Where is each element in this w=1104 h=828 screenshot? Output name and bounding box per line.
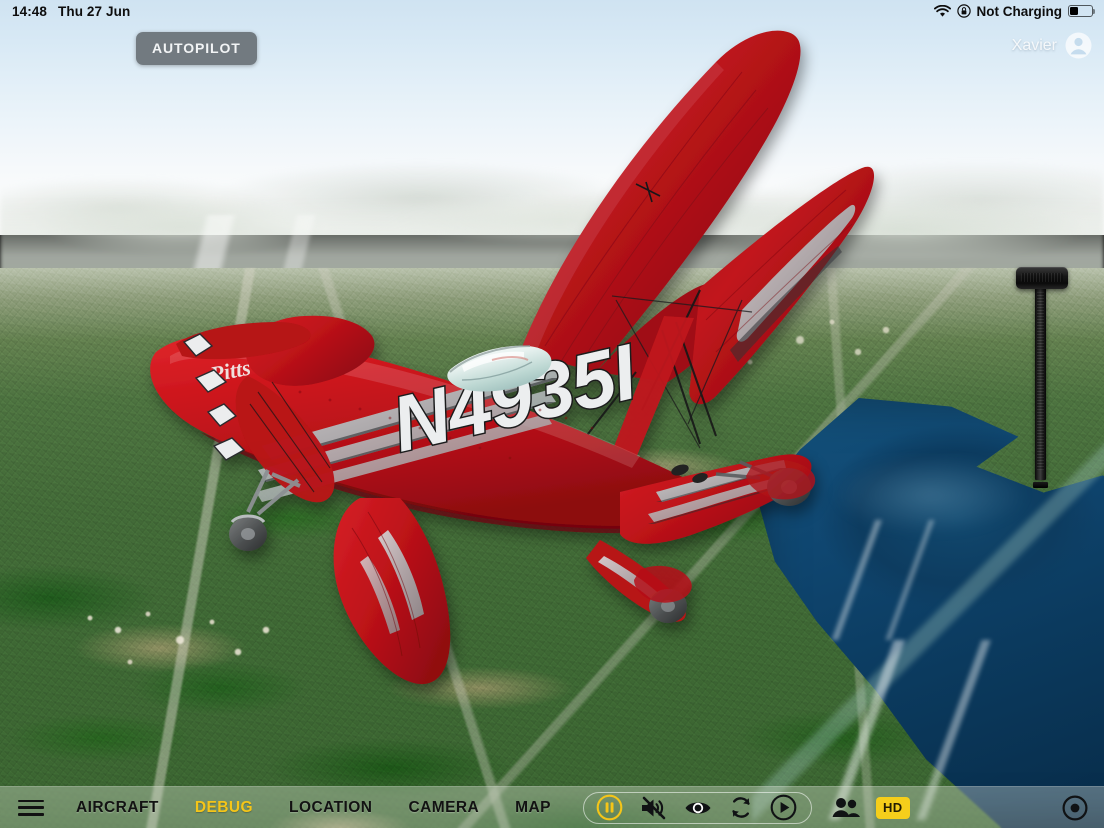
replay-button[interactable] — [729, 795, 753, 820]
target-recenter-icon[interactable] — [1062, 795, 1088, 821]
user-name-label: Xavier — [1011, 36, 1057, 54]
visibility-button[interactable] — [684, 798, 712, 818]
user-avatar-icon — [1065, 32, 1092, 59]
menu-item-camera[interactable]: CAMERA — [390, 799, 497, 817]
flight-simulator-app: N4935I Pitts 14:48 Thu 27 Jun Not Chargi… — [0, 0, 1104, 828]
menu-item-map[interactable]: MAP — [497, 799, 569, 817]
toolbar-menu: AIRCRAFT DEBUG LOCATION CAMERA MAP — [58, 799, 569, 817]
status-bar-left: 14:48 Thu 27 Jun — [12, 4, 130, 19]
user-account-badge[interactable]: Xavier — [1012, 32, 1092, 59]
hamburger-menu-icon[interactable] — [18, 799, 44, 816]
play-button[interactable] — [770, 794, 797, 821]
lower-snow-patch-secondary — [830, 520, 1010, 640]
status-bar-right: Not Charging — [933, 3, 1096, 19]
menu-item-location[interactable]: LOCATION — [271, 799, 390, 817]
throttle-base — [1033, 482, 1048, 488]
menu-item-aircraft[interactable]: AIRCRAFT — [58, 799, 177, 817]
autopilot-button[interactable]: AUTOPILOT — [136, 32, 257, 65]
hd-quality-button[interactable]: HD — [875, 796, 910, 819]
battery-icon — [1068, 5, 1096, 17]
multiplayer-button[interactable] — [831, 797, 861, 818]
throttle-handle[interactable] — [1016, 267, 1068, 289]
pause-button[interactable] — [596, 794, 623, 821]
throttle-shaft — [1035, 284, 1046, 480]
menu-item-debug[interactable]: DEBUG — [177, 799, 271, 817]
throttle-lever[interactable] — [1016, 264, 1068, 488]
village-buildings-secondary — [690, 300, 950, 410]
toolbar-extras: HD — [831, 796, 910, 819]
status-time: 14:48 — [12, 3, 48, 19]
bottom-toolbar: AIRCRAFT DEBUG LOCATION CAMERA MAP HD — [0, 786, 1104, 828]
battery-status-label: Not Charging — [976, 3, 1063, 19]
status-date: Thu 27 Jun — [58, 3, 131, 19]
wifi-icon — [933, 4, 951, 18]
playback-control-group — [582, 791, 812, 824]
mute-button[interactable] — [640, 796, 667, 820]
scenery-viewport[interactable]: N4935I Pitts — [0, 0, 1104, 828]
ios-status-bar: 14:48 Thu 27 Jun Not Charging — [0, 0, 1104, 22]
village-buildings — [70, 600, 300, 710]
orientation-lock-icon — [956, 4, 971, 18]
